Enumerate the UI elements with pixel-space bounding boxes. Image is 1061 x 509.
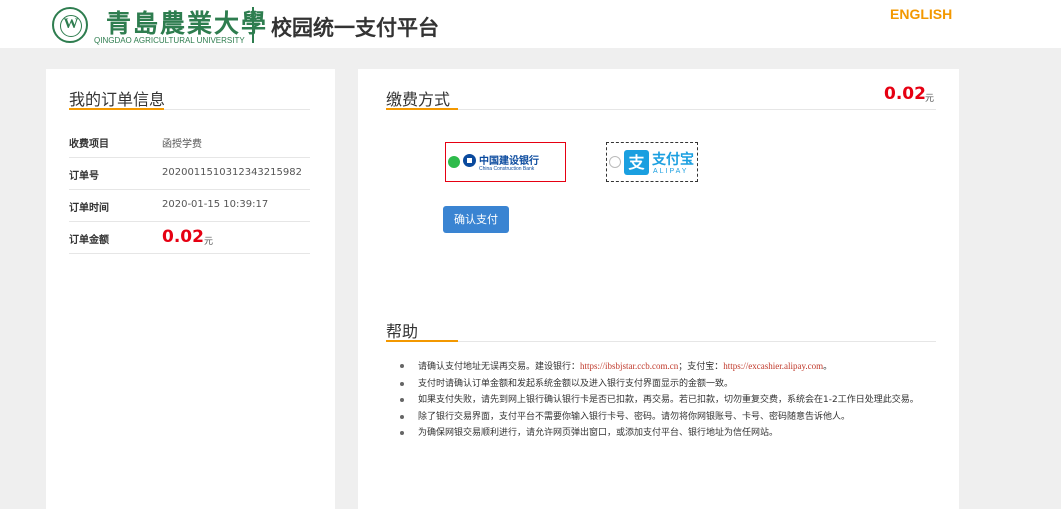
help-item-address-text-c: 。	[823, 362, 833, 372]
help-item-security: 除了银行交易界面，支付平台不需要你输入银行卡号、密码。请勿将你网银账号、卡号、密…	[400, 409, 930, 425]
confirm-payment-button[interactable]: 确认支付	[443, 206, 509, 233]
payment-method-title: 缴费方式	[386, 90, 451, 109]
alipay-radio-button[interactable]	[609, 156, 621, 168]
university-seal-letter: W	[63, 16, 79, 32]
payment-title-accent	[386, 108, 458, 110]
alipay-address-link[interactable]: https://excashier.alipay.com	[723, 361, 823, 371]
ccb-name-cn: 中国建设银行	[479, 156, 539, 167]
platform-title: 校园统一支付平台	[271, 16, 439, 40]
help-item-address: 请确认支付地址无误再交易。建设银行：https://ibsbjstar.ccb.…	[400, 358, 930, 375]
university-name-en: QINGDAO AGRICULTURAL UNIVERSITY	[94, 36, 245, 45]
help-title-divider	[386, 341, 936, 342]
help-item-amount-check: 支付时请确认订单金额和发起系统金额以及进入银行支付界面显示的金额一致。	[400, 376, 930, 392]
alipay-name-en: ALIPAY	[653, 168, 689, 175]
ccb-radio-button[interactable]	[448, 156, 460, 168]
order-info-title: 我的订单信息	[69, 90, 166, 109]
payment-amount-value: 0.02	[884, 84, 926, 104]
payment-panel: 缴费方式 0.02 元 中国建设银行 China Construction Ba…	[358, 69, 959, 509]
ccb-payment-option[interactable]: 中国建设银行 China Construction Bank	[445, 142, 566, 182]
order-amount-unit: 元	[204, 237, 214, 247]
order-info-panel: 我的订单信息 收费项目 函授学费 订单号 2020011510312343215…	[46, 69, 335, 509]
help-item-address-text-a: 请确认支付地址无误再交易。建设银行：	[418, 362, 581, 372]
order-label-order-number: 订单号	[69, 171, 99, 182]
payment-title-divider	[386, 109, 936, 110]
help-title: 帮助	[386, 322, 419, 341]
university-name-cn: 青島農業大學	[106, 9, 269, 38]
order-value-order-number: 2020011510312343215982	[162, 167, 302, 178]
help-item-payment-failure: 如果支付失败，请先到网上银行确认银行卡是否已扣款，再交易。若已扣款，切勿重复交费…	[400, 392, 930, 408]
order-title-accent	[69, 108, 164, 110]
order-label-fee-item: 收费项目	[69, 139, 109, 150]
alipay-logo-icon: 支	[624, 150, 649, 175]
order-value-order-time: 2020-01-15 10:39:17	[162, 199, 269, 210]
order-value-fee-item: 函授学费	[162, 139, 202, 150]
order-row-order-time: 订单时间 2020-01-15 10:39:17	[69, 190, 310, 222]
help-title-accent	[386, 340, 458, 342]
english-language-link[interactable]: ENGLISH	[890, 6, 952, 22]
ccb-name-en: China Construction Bank	[479, 166, 535, 172]
top-header: W 青島農業大學 QINGDAO AGRICULTURAL UNIVERSITY…	[0, 0, 1061, 48]
payment-amount-unit: 元	[925, 94, 935, 104]
ccb-address-link[interactable]: https://ibsbjstar.ccb.com.cn	[580, 361, 678, 371]
alipay-name-cn: 支付宝	[652, 152, 694, 168]
order-row-amount: 订单金额 0.02 元	[69, 222, 310, 254]
order-label-amount: 订单金额	[69, 235, 109, 246]
help-item-popup: 为确保网银交易顺利进行，请允许网页弹出窗口，或添加支付平台、银行地址为信任网站。	[400, 425, 930, 441]
order-row-order-number: 订单号 2020011510312343215982	[69, 158, 310, 190]
order-amount-value: 0.02	[162, 227, 204, 247]
ccb-logo-icon	[463, 154, 476, 167]
help-item-address-text-b: ；支付宝：	[678, 362, 724, 372]
alipay-payment-option[interactable]: 支 支付宝 ALIPAY	[606, 142, 698, 182]
order-row-fee-item: 收费项目 函授学费	[69, 126, 310, 158]
help-list: 请确认支付地址无误再交易。建设银行：https://ibsbjstar.ccb.…	[400, 358, 930, 442]
order-label-order-time: 订单时间	[69, 203, 109, 214]
header-divider	[252, 7, 254, 43]
